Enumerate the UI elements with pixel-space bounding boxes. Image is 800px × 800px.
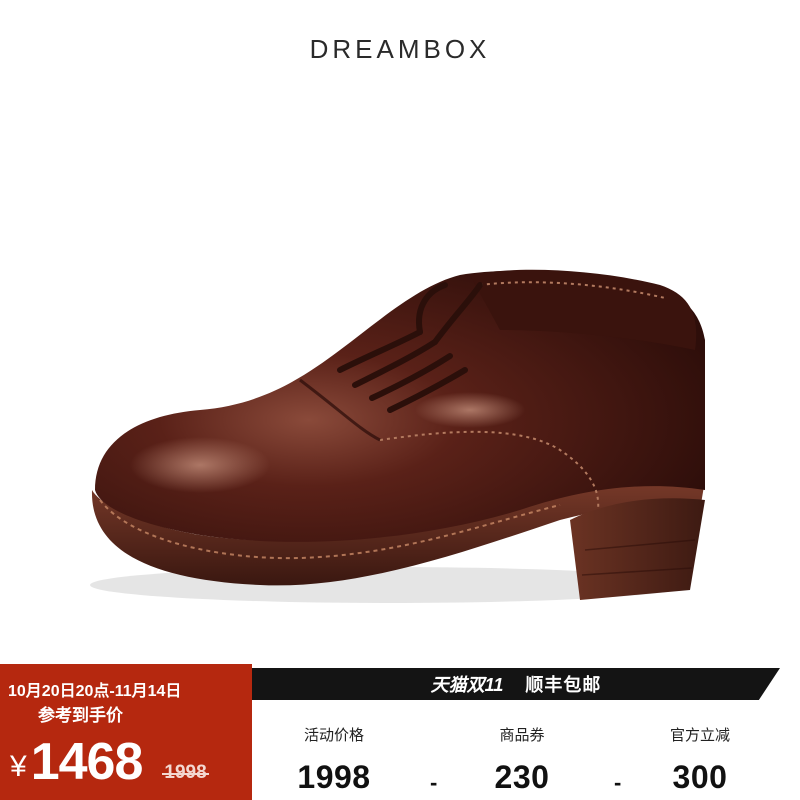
breakdown-label: 活动价格 xyxy=(303,727,364,744)
breakdown-label: 官方立减 xyxy=(669,727,730,744)
original-price: 1998 xyxy=(162,762,209,783)
brand-logo: DREAMBOX xyxy=(309,34,491,64)
minus-operator: - xyxy=(614,770,622,795)
promo-banner: 天猫双11 顺丰包邮 xyxy=(252,668,780,700)
breakdown-coupon: 商品券 230 xyxy=(452,700,592,796)
breakdown-activity-price: 活动价格 1998 xyxy=(264,700,404,796)
breakdown-value: 300 xyxy=(672,759,728,795)
event-label: 天猫双11 xyxy=(430,675,504,695)
breakdown-value: 1998 xyxy=(297,759,371,795)
price-row: ¥ 1468 1998 xyxy=(10,724,209,794)
breakdown-value: 230 xyxy=(494,759,550,795)
breakdown-label: 商品券 xyxy=(499,727,545,744)
final-price: 1468 xyxy=(30,733,144,791)
price-breakdown: 活动价格 1998 - 商品券 230 - 官方立减 300 xyxy=(252,700,800,800)
promo-date-range: 10月20日20点-11月14日 xyxy=(8,683,182,700)
breakdown-official-discount: 官方立减 300 xyxy=(630,700,770,796)
brown-leather-derby-shoe-icon xyxy=(90,269,706,603)
product-image xyxy=(0,80,800,640)
minus-operator: - xyxy=(430,770,438,795)
currency-symbol: ¥ xyxy=(10,750,27,783)
reference-price-label: 参考到手价 xyxy=(38,706,123,725)
shipping-label: 顺丰包邮 xyxy=(525,675,602,695)
price-panel: 10月20日20点-11月14日 参考到手价 ¥ 1468 1998 xyxy=(0,664,252,800)
